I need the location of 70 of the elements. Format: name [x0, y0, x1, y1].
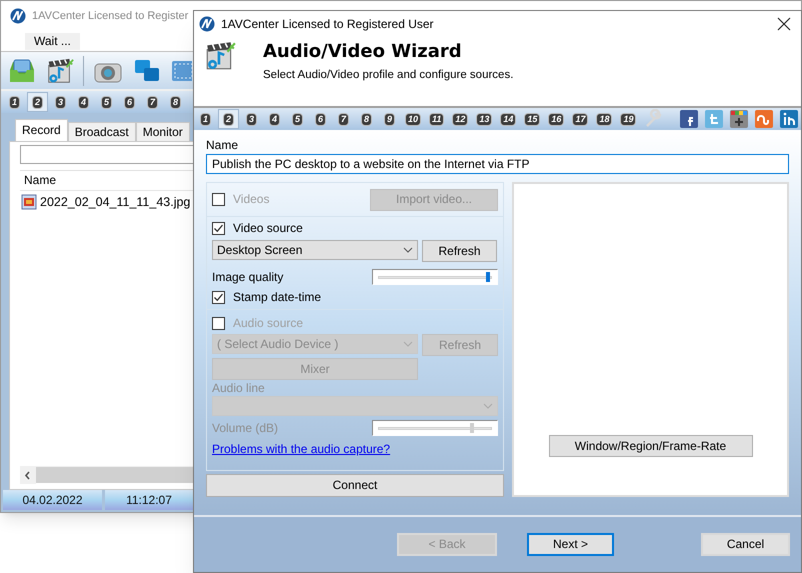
profile-button[interactable]: 12: [449, 109, 472, 129]
social-share-icon[interactable]: [679, 109, 700, 129]
field-label: Audio line: [212, 382, 266, 394]
profile-button[interactable]: 11: [426, 109, 448, 129]
profile-button[interactable]: 9: [379, 109, 400, 129]
button[interactable]: Cancel: [701, 533, 790, 556]
profile-button[interactable]: 5: [96, 92, 117, 112]
profile-button[interactable]: 6: [119, 92, 140, 112]
name-field[interactable]: Publish the PC desktop to a website on the Internet via FTP: [206, 154, 789, 174]
image-file-icon: [21, 194, 37, 210]
profile-button[interactable]: 1: [4, 92, 25, 112]
chevron-down-icon: [403, 341, 413, 347]
profile-button[interactable]: 8: [165, 92, 186, 112]
profile-button[interactable]: 17: [569, 109, 592, 129]
profile-button[interactable]: 4: [264, 109, 285, 129]
wizard-subtitle: Select Audio/Video profile and configure sources.: [262, 68, 514, 83]
profile-button[interactable]: 5: [287, 109, 308, 129]
help-link[interactable]: Problems with the audio capture?: [212, 442, 498, 457]
checkbox-label: Audio source: [233, 316, 304, 330]
chevron-down-icon: [403, 247, 413, 253]
tab[interactable]: Broadcast: [68, 122, 136, 141]
field-label: Name: [206, 138, 240, 154]
status-field: 11:12:07: [105, 490, 193, 510]
checkbox[interactable]: [212, 222, 225, 234]
chevron-down-icon: [483, 403, 493, 409]
checkbox-label: Videos: [233, 192, 270, 207]
menu-item[interactable]: Wait ...: [25, 32, 80, 50]
profile-button[interactable]: 4: [73, 92, 94, 112]
app-logo-icon: [199, 16, 215, 32]
close-icon[interactable]: [777, 17, 791, 31]
dropdown[interactable]: Desktop Screen: [212, 240, 418, 260]
profile-button[interactable]: 2: [218, 109, 239, 129]
field-label: Volume (dB): [212, 420, 278, 436]
profile-button[interactable]: 16: [545, 109, 568, 129]
button[interactable]: Window/Region/Frame-Rate: [548, 435, 752, 457]
profile-button[interactable]: 8: [356, 109, 377, 129]
profile-button[interactable]: 18: [593, 109, 616, 129]
checkbox-label: Video source: [233, 220, 303, 236]
window-title: 1AVCenter Licensed to Registered User: [221, 16, 435, 32]
profile-button[interactable]: 6: [310, 109, 331, 129]
checkbox[interactable]: [212, 290, 225, 304]
social-share-icon[interactable]: [779, 109, 800, 129]
checkbox-label: Stamp date-time: [233, 290, 322, 304]
slider-thumb[interactable]: [486, 272, 490, 282]
profile-button[interactable]: 3: [241, 109, 262, 129]
tab[interactable]: Record: [15, 119, 68, 141]
status-field: 04.02.2022: [3, 490, 102, 510]
app-logo-icon: [10, 8, 26, 24]
window-title: 1AVCenter Licensed to Register: [32, 8, 188, 24]
social-share-icon[interactable]: [729, 109, 750, 129]
profile-button[interactable]: 19: [617, 109, 640, 129]
wizard-title: Audio/Video Wizard: [262, 40, 463, 64]
profile-button[interactable]: 7: [333, 109, 354, 129]
file-name[interactable]: 2022_02_04_11_11_43.jpg: [40, 194, 190, 210]
slider[interactable]: [372, 269, 498, 285]
profile-button[interactable]: 3: [50, 92, 71, 112]
slider[interactable]: [372, 420, 498, 436]
profile-button[interactable]: 15: [521, 109, 544, 129]
field-label: Image quality: [212, 270, 284, 284]
profile-button[interactable]: 10: [402, 109, 424, 129]
profile-button[interactable]: 13: [473, 109, 496, 129]
scroll-left-icon[interactable]: [20, 466, 36, 484]
profile-button[interactable]: 2: [27, 92, 48, 112]
profile-button[interactable]: 14: [497, 109, 520, 129]
button[interactable]: Connect: [206, 474, 504, 497]
button[interactable]: Refresh: [422, 240, 497, 262]
profile-button[interactable]: 7: [142, 92, 163, 112]
button[interactable]: Next >: [527, 533, 614, 556]
tab[interactable]: Monitor: [136, 122, 190, 141]
profile-button[interactable]: 1: [195, 109, 216, 129]
